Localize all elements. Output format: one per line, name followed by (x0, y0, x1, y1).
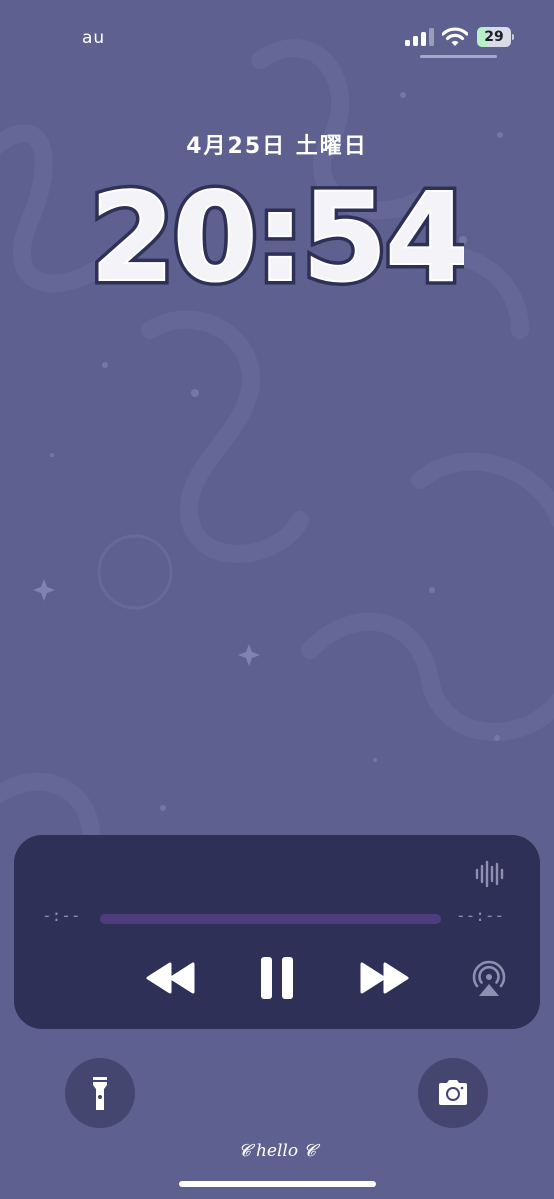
footer-hello: 𝓒 hello 𝓒 (0, 1141, 554, 1161)
remaining-time: --:-- (456, 906, 505, 925)
camera-button[interactable] (418, 1058, 488, 1128)
camera-icon (439, 1080, 467, 1105)
airplay-icon[interactable] (469, 958, 509, 998)
control-center-indicator[interactable] (420, 55, 497, 58)
waveform-icon[interactable] (474, 859, 506, 889)
battery-percent: 29 (484, 29, 504, 45)
rewind-icon[interactable] (145, 961, 197, 995)
flashlight-button[interactable] (65, 1058, 135, 1128)
fast-forward-icon[interactable] (358, 961, 410, 995)
battery-nub (512, 34, 514, 40)
lock-screen: au 29 4月25日 土曜日 20:54 20:54 -:-- --:-- 𝓒… (0, 0, 554, 1199)
wifi-icon (442, 27, 468, 46)
cellular-signal-icon (405, 28, 434, 46)
time-digits: 20:54 (94, 170, 464, 295)
lock-time: 20:54 20:54 (94, 170, 464, 295)
carrier-label: au (82, 28, 106, 48)
swirl-right-icon: 𝓒 (303, 1141, 316, 1161)
hello-text: hello (255, 1141, 299, 1161)
home-indicator[interactable] (179, 1181, 376, 1187)
battery-indicator: 29 (477, 27, 514, 47)
swirl-left-icon: 𝓒 (238, 1141, 251, 1161)
flashlight-icon (93, 1077, 107, 1110)
elapsed-time: -:-- (42, 906, 81, 925)
lock-date: 4月25日 土曜日 (186, 134, 368, 159)
pause-icon[interactable] (259, 956, 295, 1000)
progress-track[interactable] (100, 914, 441, 924)
